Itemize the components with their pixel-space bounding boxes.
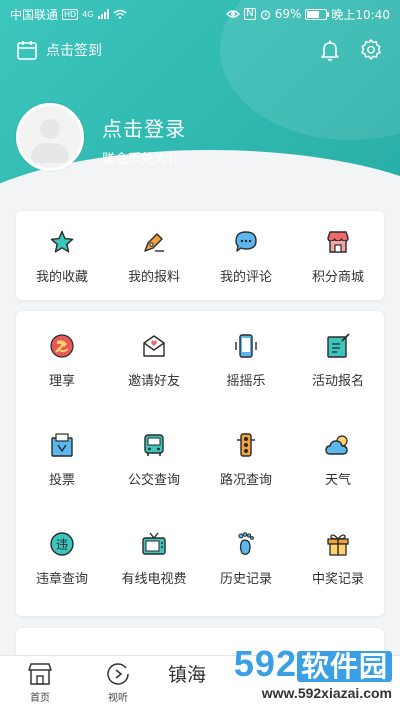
service-label: 违章查询 [35, 572, 88, 587]
top-bar: 点击签到 [0, 32, 400, 68]
quick-action-points-mall[interactable]: 积分商城 [292, 227, 384, 285]
clock: 晚上10:40 [331, 7, 390, 22]
phone-shake-icon [235, 334, 257, 358]
nfc-icon: N [244, 8, 256, 20]
service-prize-records[interactable]: 中奖记录 [292, 529, 384, 587]
traffic-light-icon [237, 433, 255, 457]
quick-action-comments[interactable]: 我的评论 [200, 227, 292, 285]
tab-label: 视听 [108, 693, 128, 704]
service-invite-friends[interactable]: 邀请好友 [108, 331, 200, 389]
hd-badge: HD [62, 8, 79, 20]
service-label: 摇摇乐 [226, 374, 266, 389]
services-card: 理享 邀请好友 摇摇乐 活动报名 投票 公交查询 路况查询 天气 违 违章查询 … [16, 311, 384, 616]
bus-icon [144, 434, 164, 456]
profile-section[interactable]: 点击登录 赚金币兑大礼 [16, 103, 396, 173]
network-label: 4G [82, 9, 94, 19]
watermark: 592 软件园 www.592xiazai.com [234, 644, 392, 701]
party-emblem-icon [50, 334, 74, 358]
battery-icon [305, 8, 330, 20]
violation-icon: 违 [50, 532, 74, 556]
gear-icon[interactable] [359, 38, 383, 62]
service-label: 理享 [48, 374, 75, 389]
quick-action-label: 我的报料 [127, 270, 180, 285]
service-bus-query[interactable]: 公交查询 [108, 430, 200, 488]
checkin-button[interactable]: 点击签到 [16, 39, 102, 61]
service-label: 历史记录 [219, 572, 272, 587]
watermark-number: 592 [233, 643, 297, 684]
service-vote[interactable]: 投票 [16, 430, 108, 488]
quick-action-label: 我的收藏 [35, 270, 88, 285]
service-label: 邀请好友 [127, 374, 180, 389]
watermark-url: www.592xiazai.com [261, 685, 392, 701]
pen-icon [144, 233, 164, 252]
service-label: 投票 [48, 473, 75, 488]
status-bar: 中国联通 HD 4G N 69% 晚上10:40 [0, 0, 400, 28]
quick-action-reports[interactable]: 我的报料 [108, 227, 200, 285]
tab-label: 首页 [30, 693, 50, 704]
login-title[interactable]: 点击登录 [102, 113, 186, 142]
tab-town[interactable]: 镇海 [168, 660, 206, 687]
signup-form-icon [327, 333, 350, 358]
signal-icon [97, 9, 109, 19]
eye-icon [226, 10, 241, 18]
chat-icon [235, 231, 257, 252]
quick-action-favorites[interactable]: 我的收藏 [16, 227, 108, 285]
vote-box-icon [51, 433, 73, 457]
tab-home[interactable]: 首页 [22, 662, 58, 704]
quick-actions-card: 我的收藏 我的报料 我的评论 积分商城 [16, 211, 384, 300]
service-traffic-query[interactable]: 路况查询 [200, 430, 292, 488]
service-history[interactable]: 历史记录 [200, 529, 292, 587]
service-label: 路况查询 [219, 473, 272, 488]
footprint-icon [238, 532, 254, 555]
service-shake[interactable]: 摇摇乐 [200, 331, 292, 389]
service-violation-query[interactable]: 违 违章查询 [16, 529, 108, 587]
service-label: 活动报名 [311, 374, 364, 389]
tv-icon [142, 532, 166, 555]
service-lixiang[interactable]: 理享 [16, 331, 108, 389]
checkin-label: 点击签到 [46, 43, 102, 59]
carrier-label: 中国联通 [10, 7, 59, 22]
invite-envelope-icon [143, 335, 165, 357]
quick-action-label: 积分商城 [311, 270, 364, 285]
service-cable-tv-fee[interactable]: 有线电视费 [108, 529, 200, 587]
alarm-icon [260, 9, 270, 20]
weather-icon [325, 435, 348, 455]
tab-video[interactable]: 视听 [100, 662, 136, 704]
shop-icon [327, 231, 349, 253]
quick-action-label: 我的评论 [219, 270, 272, 285]
store-home-icon [28, 663, 52, 685]
gift-icon [327, 534, 349, 556]
wifi-icon [113, 9, 126, 19]
svg-text:违: 违 [56, 538, 68, 552]
service-weather[interactable]: 天气 [292, 430, 384, 488]
service-event-signup[interactable]: 活动报名 [292, 331, 384, 389]
login-subtitle: 赚金币兑大礼 [102, 152, 181, 167]
avatar[interactable] [16, 103, 84, 171]
calendar-icon [17, 41, 37, 60]
battery-percent: 69% [274, 7, 302, 21]
service-label: 天气 [324, 473, 351, 488]
star-icon [50, 230, 74, 253]
service-label: 有线电视费 [121, 572, 187, 587]
bell-icon[interactable] [318, 38, 342, 62]
watermark-brand: 软件园 [296, 651, 392, 682]
service-label: 公交查询 [127, 473, 180, 488]
service-label: 中奖记录 [311, 572, 364, 587]
play-circle-icon [107, 663, 129, 685]
